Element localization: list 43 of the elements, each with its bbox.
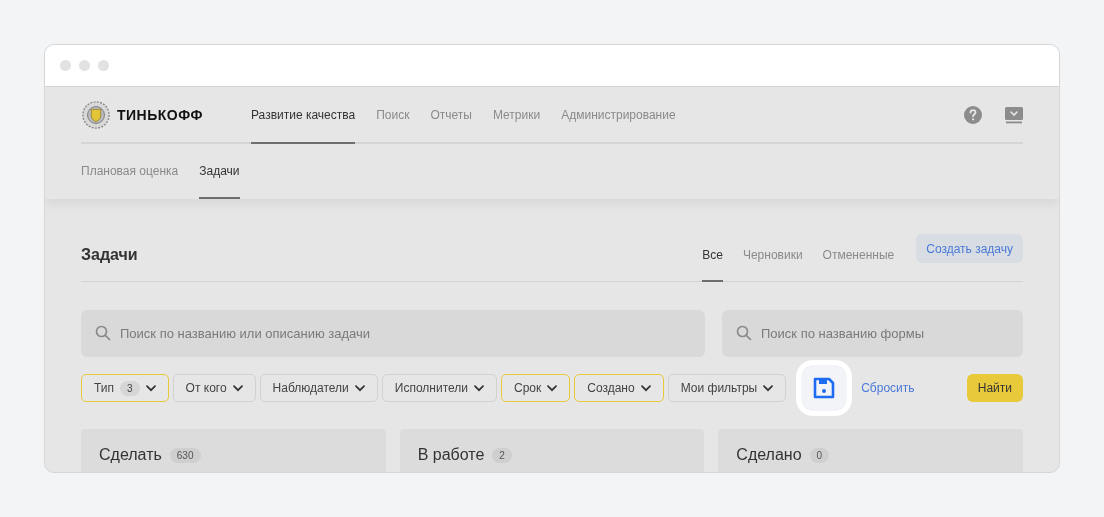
filter-label: Мои фильтры: [680, 381, 758, 395]
filter-dropdown[interactable]: Исполнители: [381, 374, 497, 402]
column-count: 2: [492, 448, 512, 463]
inbox-icon[interactable]: [1005, 105, 1023, 124]
window-dot-icon: [79, 60, 90, 71]
filter-label: Тип: [94, 381, 114, 395]
filter-dropdown[interactable]: Создано: [574, 374, 664, 402]
logo-emblem-icon: [81, 99, 111, 130]
chevron-down-icon: [763, 384, 774, 392]
filter-label: От кого: [185, 381, 227, 395]
form-search-field[interactable]: Поиск по названию формы: [722, 310, 1023, 357]
filter-label: Срок: [514, 381, 542, 395]
page-title: Задачи: [81, 246, 138, 264]
chevron-down-icon: [547, 384, 558, 392]
filter-dropdown[interactable]: Наблюдатели: [259, 374, 378, 402]
filter-dropdown[interactable]: Мои фильтры: [667, 374, 787, 402]
column-title: Сделано: [736, 446, 802, 464]
filter-label: Создано: [587, 381, 635, 395]
task-search-field[interactable]: Поиск по названию или описанию задачи: [81, 310, 705, 357]
column-title: Сделать: [99, 446, 162, 464]
nav-tab[interactable]: Развитие качества: [251, 87, 356, 144]
help-icon[interactable]: [963, 104, 983, 125]
filter-label: Исполнители: [394, 381, 468, 395]
chevron-down-icon: [354, 384, 365, 392]
filter-dropdown[interactable]: Тип 3: [81, 374, 169, 402]
filter-dropdown[interactable]: Срок: [501, 374, 571, 402]
subnav-tab[interactable]: Задачи: [199, 144, 240, 199]
filter-dropdown[interactable]: От кого: [172, 374, 256, 402]
logo-wordmark: ТИНЬКОФФ: [117, 106, 203, 123]
column-count: 630: [169, 448, 201, 463]
chevron-down-icon: [232, 384, 243, 392]
view-tab[interactable]: Все: [702, 229, 723, 282]
column-count: 0: [809, 448, 830, 463]
window-dot-icon: [98, 60, 109, 71]
filter-label: Наблюдатели: [272, 381, 349, 395]
find-button[interactable]: Найти: [966, 374, 1023, 402]
window-dot-icon: [60, 60, 71, 71]
chevron-down-icon: [640, 384, 651, 392]
column-title: В работе: [417, 446, 485, 464]
chevron-down-icon: [145, 384, 156, 392]
save-icon: [813, 377, 836, 399]
filter-count: 3: [120, 380, 140, 396]
chevron-down-icon: [474, 384, 484, 392]
